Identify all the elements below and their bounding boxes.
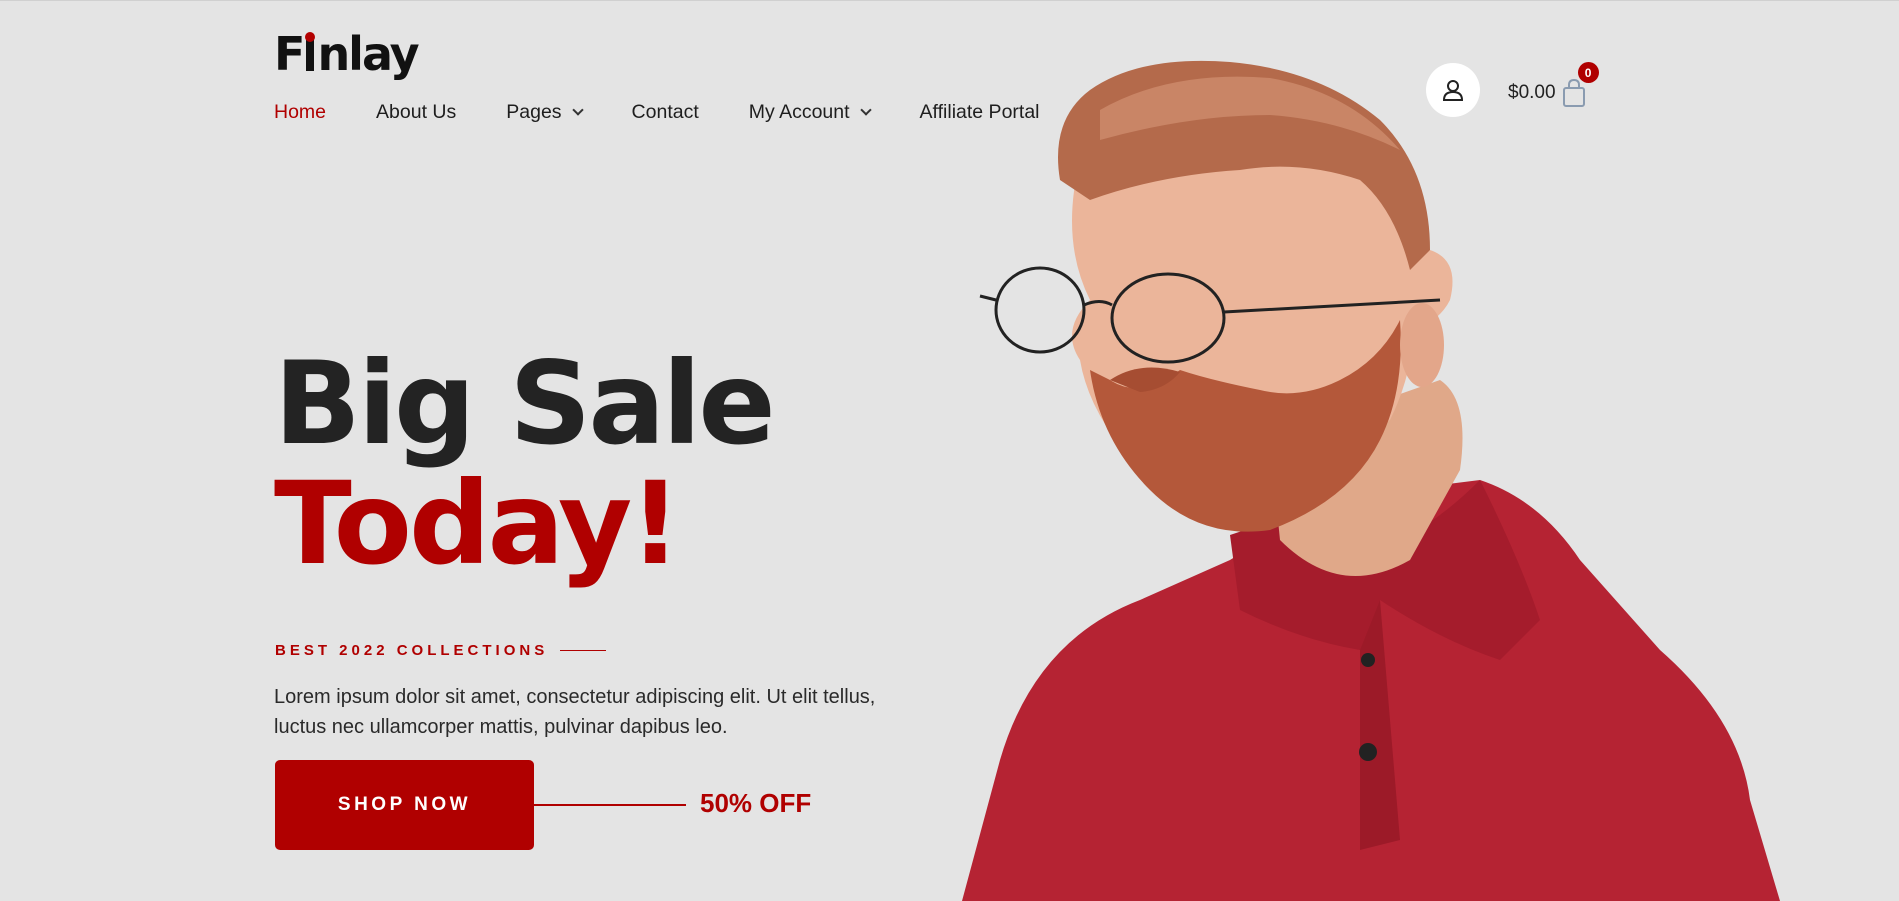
shopping-bag-icon: 0	[1560, 62, 1599, 108]
brand-logo[interactable]: Fnlay	[274, 26, 420, 82]
chevron-down-icon	[571, 103, 584, 116]
cta-divider	[534, 804, 686, 806]
eyebrow-rule	[560, 649, 607, 652]
logo-letters-rest: nlay	[317, 27, 419, 81]
nav-item-about-us[interactable]: About Us	[376, 99, 456, 125]
shirt-button	[1361, 653, 1375, 667]
nav-label: Contact	[631, 101, 699, 123]
hero-eyebrow: BEST 2022 COLLECTIONS	[275, 642, 607, 659]
eyebrow-text: BEST 2022 COLLECTIONS	[275, 642, 549, 659]
nav-label: My Account	[748, 101, 850, 123]
user-icon	[1442, 80, 1464, 101]
hero-model-image	[962, 60, 1780, 901]
shirt-button	[1359, 743, 1377, 761]
nav-label: Home	[274, 101, 327, 123]
cart-button[interactable]: $0.00 0	[1508, 62, 1599, 108]
nav-label: About Us	[376, 101, 457, 123]
nav-item-home[interactable]: Home	[274, 99, 326, 125]
cart-total: $0.00	[1508, 82, 1556, 103]
ear-shape	[1400, 303, 1444, 387]
chevron-down-icon	[859, 103, 872, 116]
hero-headline-line2: Today!	[274, 457, 681, 590]
nav-item-pages[interactable]: Pages	[506, 99, 584, 125]
hero-headline-line1: Big Sale	[274, 337, 776, 470]
cart-count-badge: 0	[1577, 62, 1599, 83]
discount-label: 50% OFF	[700, 788, 812, 818]
nav-item-contact[interactable]: Contact	[632, 99, 699, 125]
hero-description: Lorem ipsum dolor sit amet, consectetur …	[274, 686, 876, 738]
shop-now-button[interactable]: SHOP NOW	[275, 760, 534, 850]
logo-letter-i	[303, 26, 317, 82]
nav-label: Pages	[506, 101, 562, 123]
account-button[interactable]	[1426, 63, 1480, 117]
nav-item-my-account[interactable]: My Account	[748, 99, 872, 125]
logo-letter-f: F	[274, 27, 305, 81]
